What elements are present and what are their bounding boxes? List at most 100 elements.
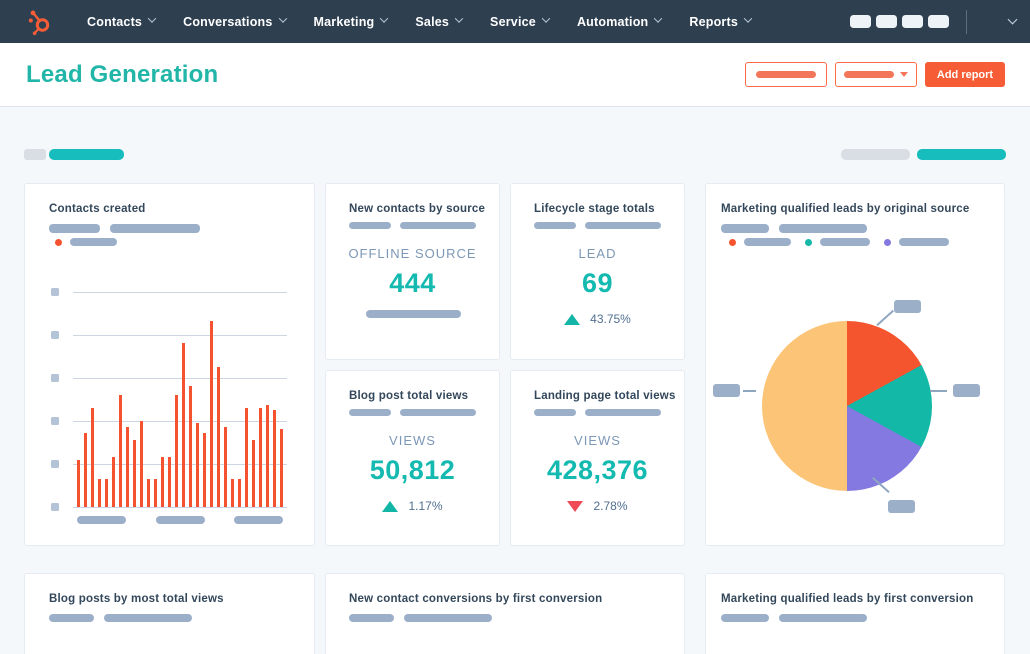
redacted-text-pill <box>744 238 791 246</box>
card-title: Contacts created <box>49 203 146 215</box>
nav-item-automation[interactable]: Automation <box>563 0 675 43</box>
y-axis-tick-square <box>51 374 59 382</box>
account-chevron-down-icon[interactable] <box>1007 14 1018 25</box>
delta-row: 1.17% <box>326 499 499 513</box>
bar <box>210 321 213 507</box>
nav-item-sales[interactable]: Sales <box>401 0 476 43</box>
delta-row: 2.78% <box>511 499 684 513</box>
redacted-text-pill <box>534 222 576 229</box>
nav-item-label: Service <box>490 14 536 29</box>
dashboard-filter-dropdown-button[interactable] <box>835 62 917 87</box>
page-header: Lead Generation Add report <box>0 43 1030 107</box>
bar <box>231 479 234 507</box>
chevron-down-icon <box>380 14 389 23</box>
nav-item-contacts[interactable]: Contacts <box>73 0 169 43</box>
nav-item-conversations[interactable]: Conversations <box>169 0 299 43</box>
y-axis-tick-square <box>51 460 59 468</box>
nav-item-label: Sales <box>415 14 450 29</box>
redacted-text-pill <box>70 238 117 246</box>
bar <box>126 427 129 507</box>
add-report-button[interactable]: Add report <box>925 62 1005 87</box>
bar <box>175 395 178 507</box>
metric-label: LEAD <box>578 246 617 261</box>
bar <box>252 440 255 507</box>
card-subtitle-pills <box>534 409 661 416</box>
pie <box>762 321 932 491</box>
card-title: Marketing qualified leads by original so… <box>721 203 970 215</box>
redacted-text-pill <box>49 614 94 622</box>
redacted-text-pill <box>756 71 816 78</box>
filter-chip[interactable] <box>24 149 46 160</box>
bar-chart-bars <box>77 292 283 507</box>
chevron-down-icon <box>278 14 287 23</box>
nav-tool-icon[interactable] <box>928 15 949 28</box>
nav-tool-icon[interactable] <box>902 15 923 28</box>
metric-label: VIEWS <box>574 433 621 448</box>
metric-label: OFFLINE SOURCE <box>348 246 477 261</box>
nav-item-label: Reports <box>689 14 739 29</box>
bar <box>161 457 164 507</box>
nav-item-label: Conversations <box>183 14 273 29</box>
bar <box>84 433 87 507</box>
redacted-text-pill <box>49 224 100 233</box>
bar <box>105 479 108 507</box>
bar <box>245 408 248 507</box>
date-range-filter-chip[interactable] <box>49 149 124 160</box>
filter-chip[interactable] <box>841 149 910 160</box>
redacted-text-pill <box>534 409 576 416</box>
bar <box>133 440 136 507</box>
card-title: Landing page total views <box>534 390 676 402</box>
card-subtitle-pills <box>534 222 661 229</box>
bar <box>217 367 220 507</box>
redacted-text-pill <box>349 222 391 229</box>
redacted-axis-label-pill <box>77 516 126 524</box>
bar <box>119 395 122 507</box>
nav-item-service[interactable]: Service <box>476 0 563 43</box>
delta-value: 2.78% <box>593 499 628 513</box>
bar <box>168 457 171 507</box>
delta-value: 43.75% <box>590 312 631 326</box>
bar <box>154 479 157 507</box>
bar <box>273 410 276 507</box>
chevron-down-icon <box>541 14 551 23</box>
nav-divider <box>966 9 967 34</box>
nav-item-marketing[interactable]: Marketing <box>300 0 402 43</box>
redacted-text-pill <box>585 222 661 229</box>
bar <box>238 479 241 507</box>
hubspot-logo-icon[interactable] <box>27 8 53 36</box>
redacted-text-pill <box>585 409 661 416</box>
nav-item-reports[interactable]: Reports <box>675 0 765 43</box>
card-title: Blog posts by most total views <box>49 593 224 605</box>
chevron-down-icon <box>454 14 464 23</box>
chart-legend <box>55 238 117 246</box>
bar <box>140 421 143 507</box>
card-subtitle-pills <box>349 222 476 229</box>
nav-item-label: Contacts <box>87 14 143 29</box>
card-subtitle-pills <box>721 224 867 233</box>
redacted-text-pill <box>404 614 492 622</box>
card-title: Lifecycle stage totals <box>534 203 655 215</box>
gridline <box>73 507 287 508</box>
card-lifecycle-stage-totals: Lifecycle stage totals LEAD 69 43.75% <box>510 183 685 360</box>
nav-tool-icon[interactable] <box>876 15 897 28</box>
dashboard-actions-button[interactable] <box>745 62 827 87</box>
redacted-text-pill <box>779 614 867 622</box>
card-blog-post-total-views: Blog post total views VIEWS 50,812 1.17% <box>325 370 500 546</box>
card-blog-posts-by-most-total-views: Blog posts by most total views <box>24 573 315 654</box>
y-axis-tick-square <box>51 503 59 511</box>
pie-callout-line <box>743 390 756 392</box>
pie-callout-line <box>876 309 894 326</box>
y-axis-tick-square <box>51 331 59 339</box>
redacted-text-pill <box>899 238 949 246</box>
redacted-axis-label-pill <box>155 516 205 524</box>
metric-value: 69 <box>581 268 614 298</box>
bar <box>224 427 227 507</box>
metric-value: 444 <box>389 268 436 298</box>
pie-callout-label-pill <box>888 500 915 513</box>
frequency-filter-chip[interactable] <box>917 149 1006 160</box>
bar <box>280 429 283 507</box>
nav-tool-icon[interactable] <box>850 15 871 28</box>
bar <box>147 479 150 507</box>
redacted-text-pill <box>721 614 769 622</box>
card-subtitle-pills <box>721 614 867 622</box>
